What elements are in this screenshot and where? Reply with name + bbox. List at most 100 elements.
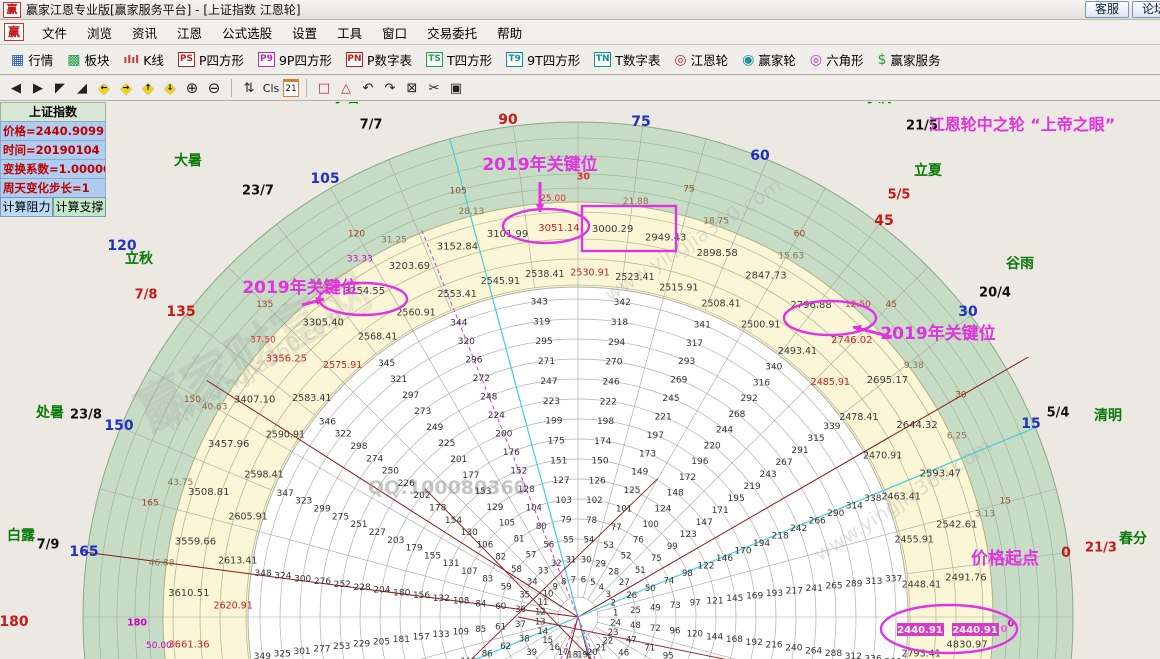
draw-calendar-button[interactable]: 21 <box>283 79 299 97</box>
menu-formula[interactable]: 公式选股 <box>212 21 282 44</box>
gann-wheel-chart[interactable]: QQ:100080360www.yingjia360.comwww.yingji… <box>0 102 1160 659</box>
svg-text:74: 74 <box>663 576 674 586</box>
svg-text:241: 241 <box>806 584 823 594</box>
toolbar-t-square-button[interactable]: TST四方形 <box>419 47 499 72</box>
svg-text:30: 30 <box>581 556 592 566</box>
draw-down-button[interactable]: ◢ <box>72 78 92 98</box>
draw-rotate-cw-button[interactable]: ↷ <box>380 78 400 98</box>
draw-box-x-button[interactable]: ⊠ <box>402 78 422 98</box>
svg-text:6.25: 6.25 <box>947 432 967 442</box>
svg-text:270: 270 <box>605 358 622 368</box>
toolbar-winner-wheel-label: 赢家轮 <box>758 50 796 69</box>
toolbar-9t-square-button[interactable]: T99T四方形 <box>499 47 587 72</box>
svg-text:122: 122 <box>697 561 714 571</box>
svg-text:216: 216 <box>765 641 782 651</box>
svg-text:225: 225 <box>438 439 455 449</box>
svg-text:180: 180 <box>393 588 410 598</box>
svg-text:245: 245 <box>662 394 679 404</box>
toolbar-9p-square-button[interactable]: P99P四方形 <box>251 47 339 72</box>
svg-text:252: 252 <box>334 580 351 590</box>
draw-shrink-button[interactable]: ✂ <box>424 78 444 98</box>
toolbar-9t-square-label: 9T四方形 <box>527 50 580 69</box>
draw-pan-up-button[interactable]: ◆↑ <box>138 78 158 98</box>
svg-text:324: 324 <box>274 572 291 582</box>
svg-text:26: 26 <box>626 591 637 601</box>
toolbar-t-table-button[interactable]: TNT数字表 <box>587 47 667 72</box>
draw-pan-down-button[interactable]: ◆↓ <box>160 78 180 98</box>
draw-rect-tool-button[interactable]: □ <box>314 78 334 98</box>
svg-text:37.50: 37.50 <box>250 335 276 345</box>
gann-wheel-icon: ◎ <box>674 53 686 67</box>
menu-tools[interactable]: 工具 <box>327 21 372 44</box>
toolbar-p-square-button[interactable]: PSP四方形 <box>171 47 251 72</box>
svg-text:2530.91: 2530.91 <box>570 268 609 279</box>
luntan-button[interactable]: 论坛 <box>1132 1 1160 18</box>
menu-help[interactable]: 帮助 <box>487 21 532 44</box>
menu-file[interactable]: 文件 <box>32 21 77 44</box>
svg-text:58: 58 <box>511 565 522 575</box>
svg-text:266: 266 <box>809 517 826 527</box>
svg-text:11: 11 <box>538 598 549 608</box>
svg-text:49: 49 <box>650 603 661 613</box>
svg-text:3203.69: 3203.69 <box>389 261 430 272</box>
menu-bar: 赢 文件浏览资讯江恩公式选股设置工具窗口交易委托帮助 <box>0 20 1160 45</box>
kefu-button[interactable]: 客服 <box>1085 1 1129 18</box>
draw-up-button[interactable]: ◤ <box>50 78 70 98</box>
draw-cls-button[interactable]: Cls <box>261 78 281 98</box>
svg-text:250: 250 <box>382 467 399 477</box>
toolbar-p-table-button[interactable]: PNP数字表 <box>339 47 419 72</box>
menu-window[interactable]: 窗口 <box>372 21 417 44</box>
toolbar-service-button[interactable]: $赢家服务 <box>871 47 948 72</box>
svg-text:320: 320 <box>458 337 475 347</box>
draw-triangle-tool-button[interactable]: △ <box>336 78 356 98</box>
calc-support-button[interactable]: 计算支撑 <box>53 197 106 217</box>
toolbar-gann-wheel-button[interactable]: ◎江恩轮 <box>667 47 735 72</box>
toolbar-sectors-button[interactable]: ▩板块 <box>60 47 116 72</box>
svg-text:2508.41: 2508.41 <box>701 298 740 309</box>
svg-text:2515.91: 2515.91 <box>659 282 698 293</box>
draw-page-button[interactable]: ▣ <box>446 78 466 98</box>
svg-text:2455.91: 2455.91 <box>895 535 934 546</box>
gann-wheel-svg: QQ:100080360www.yingjia360.comwww.yingji… <box>0 102 1160 659</box>
calc-resistance-button[interactable]: 计算阻力 <box>0 197 53 217</box>
svg-text:2949.43: 2949.43 <box>645 232 686 243</box>
svg-text:71: 71 <box>644 643 655 653</box>
svg-text:347: 347 <box>277 489 294 499</box>
svg-text:133: 133 <box>432 630 449 640</box>
svg-text:226: 226 <box>398 479 415 489</box>
t-table-icon: TN <box>594 52 611 67</box>
svg-text:150: 150 <box>591 457 608 467</box>
svg-text:288: 288 <box>825 649 842 659</box>
svg-text:2605.91: 2605.91 <box>228 511 267 522</box>
draw-pan-left-button[interactable]: ◆← <box>94 78 114 98</box>
toolbar-hexagon-button[interactable]: ◎六角形 <box>803 47 871 72</box>
menu-gann[interactable]: 江恩 <box>167 21 212 44</box>
svg-text:36: 36 <box>515 605 526 615</box>
svg-text:127: 127 <box>553 476 570 486</box>
toolbar-quotes-button[interactable]: ▦行情 <box>4 47 60 72</box>
svg-text:314: 314 <box>846 502 863 512</box>
svg-text:2538.41: 2538.41 <box>525 269 564 280</box>
svg-text:立秋: 立秋 <box>125 250 154 267</box>
toolbar-kline-button[interactable]: ıIıIK线 <box>117 47 171 72</box>
menu-trade[interactable]: 交易委托 <box>417 21 487 44</box>
draw-prev-button[interactable]: ◀ <box>6 78 26 98</box>
svg-text:318: 318 <box>611 318 628 328</box>
svg-text:53: 53 <box>603 541 614 551</box>
menu-news[interactable]: 资讯 <box>122 21 167 44</box>
svg-text:296: 296 <box>465 355 482 365</box>
draw-pan-right-button[interactable]: ◆→ <box>116 78 136 98</box>
draw-updown-button[interactable]: ⇅ <box>239 78 259 98</box>
toolbar-winner-wheel-button[interactable]: ◉赢家轮 <box>735 47 803 72</box>
menu-browse[interactable]: 浏览 <box>77 21 122 44</box>
svg-text:98: 98 <box>682 569 693 579</box>
draw-zoom-out-button[interactable]: ⊖ <box>204 78 224 98</box>
svg-text:203: 203 <box>387 536 404 546</box>
draw-next-button[interactable]: ▶ <box>28 78 48 98</box>
draw-zoom-in-button[interactable]: ⊕ <box>182 78 202 98</box>
toolbar-t-square-label: T四方形 <box>447 50 492 69</box>
svg-text:195: 195 <box>728 494 745 504</box>
draw-rotate-ccw-button[interactable]: ↶ <box>358 78 378 98</box>
svg-text:130: 130 <box>461 528 478 538</box>
menu-settings[interactable]: 设置 <box>282 21 327 44</box>
